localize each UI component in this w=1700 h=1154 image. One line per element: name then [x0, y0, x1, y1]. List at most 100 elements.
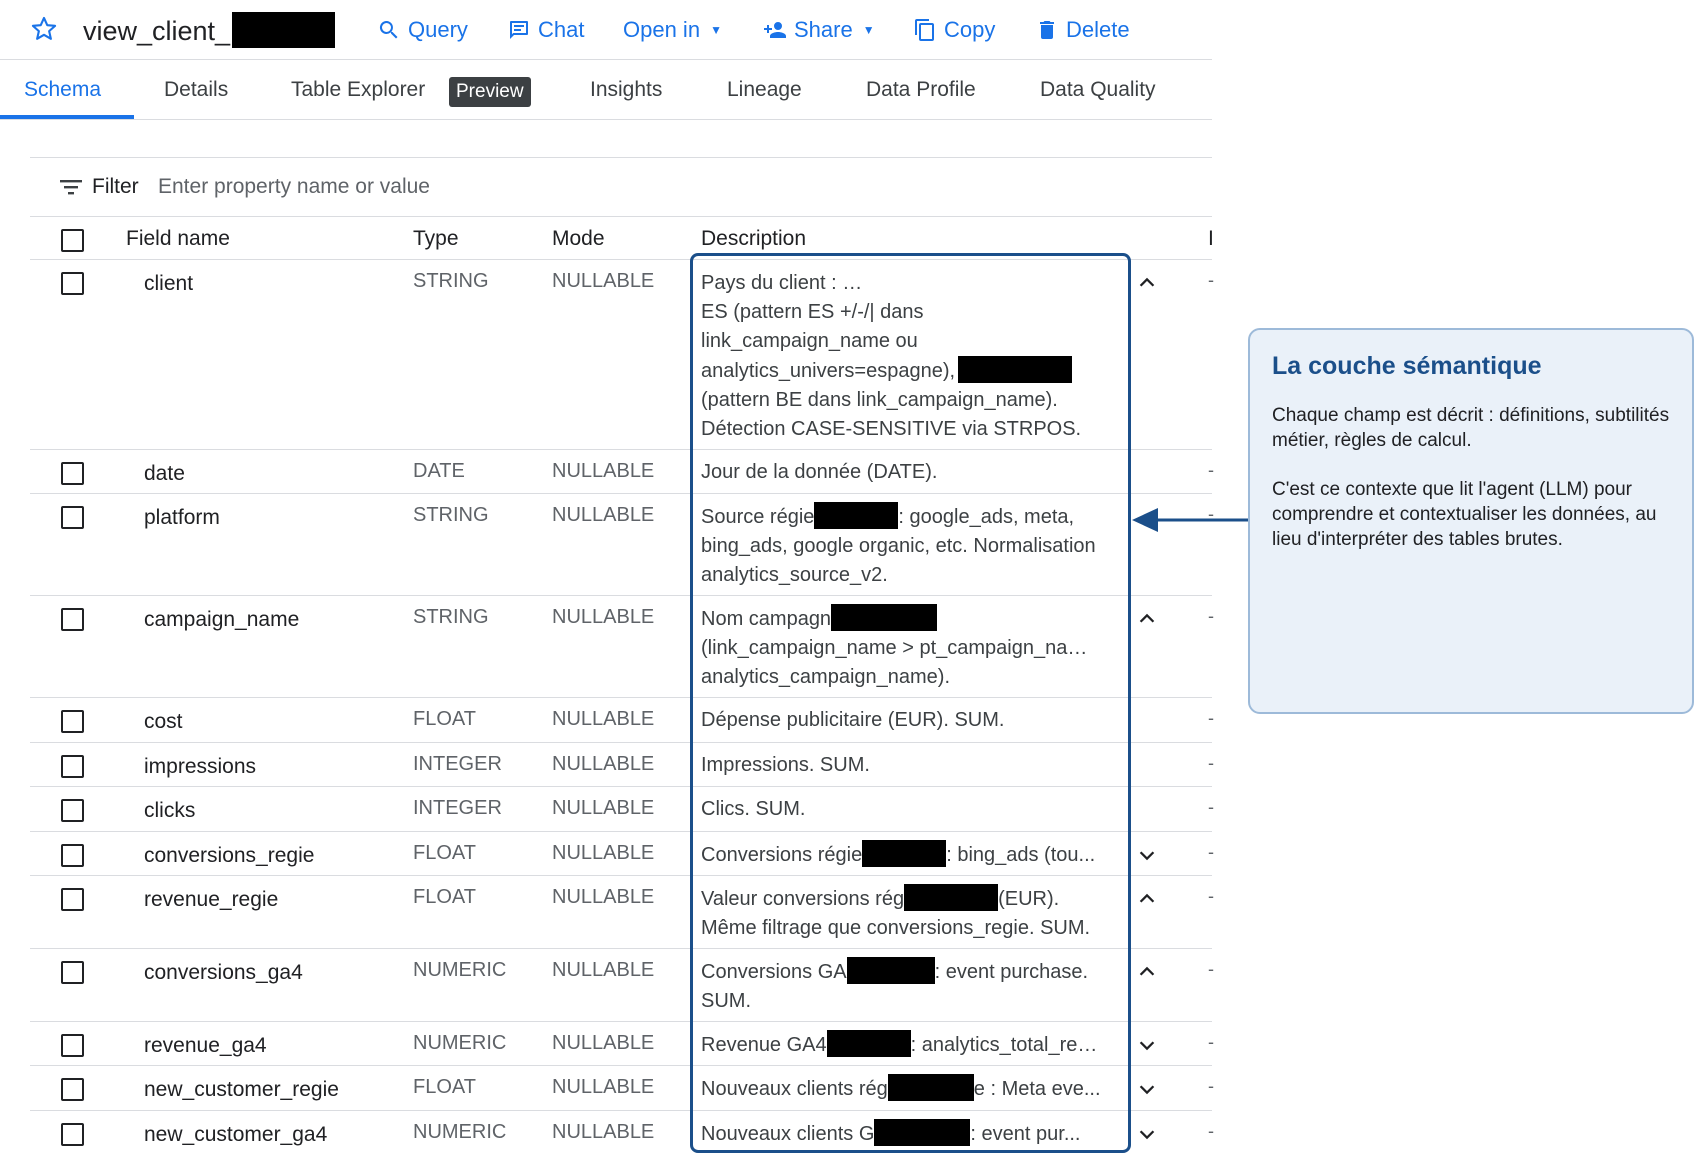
row-checkbox[interactable]	[61, 1034, 84, 1057]
field-mode: NULLABLE	[552, 959, 655, 981]
field-type: FLOAT	[413, 708, 476, 730]
row-checkbox[interactable]	[61, 961, 84, 984]
page-title: view_client_	[83, 12, 336, 48]
row-checkbox[interactable]	[61, 844, 84, 867]
redacted-block	[831, 604, 938, 631]
chevron-down-icon[interactable]	[1136, 1123, 1158, 1145]
chevron-up-icon[interactable]	[1136, 961, 1158, 983]
field-type: STRING	[413, 270, 489, 292]
row-checkbox[interactable]	[61, 1123, 84, 1146]
description-text: analytics_univers=espagne),	[701, 360, 956, 382]
chevron-down-icon[interactable]	[1136, 844, 1158, 866]
share-label: Share	[794, 17, 853, 42]
field-type: STRING	[413, 504, 489, 526]
delete-label: Delete	[1066, 17, 1130, 42]
redacted-block	[232, 12, 336, 48]
truncated-cell: -	[1208, 753, 1214, 773]
copy-button[interactable]: Copy	[913, 14, 995, 46]
truncated-cell: -	[1208, 1121, 1214, 1141]
row-checkbox[interactable]	[61, 710, 84, 733]
chat-button[interactable]: Chat	[507, 14, 584, 46]
field-mode: NULLABLE	[552, 1121, 655, 1143]
tab-schema[interactable]: Schema	[24, 78, 101, 102]
column-header-type[interactable]: Type	[413, 227, 459, 251]
tab-lineage[interactable]: Lineage	[727, 78, 802, 102]
truncated-cell: -	[1208, 606, 1214, 626]
dropdown-caret-icon: ▼	[710, 23, 722, 37]
chevron-down-icon[interactable]	[1136, 1078, 1158, 1100]
description-text: Conversions régie	[701, 844, 863, 866]
row-checkbox[interactable]	[61, 506, 84, 529]
field-description: Pays du client : ES (pattern ES +/-/| da…	[701, 268, 1101, 444]
row-checkbox[interactable]	[61, 272, 84, 295]
delete-button[interactable]: Delete	[1035, 14, 1130, 46]
field-description: Valeur conversions rég (EUR). Même filtra…	[701, 884, 1101, 943]
row-checkbox[interactable]	[61, 799, 84, 822]
dropdown-caret-icon: ▼	[862, 23, 875, 37]
redacted-block	[842, 268, 1101, 295]
table-row: new_customer_ga4 NUMERIC NULLABLE Nouvea…	[30, 1111, 1214, 1154]
description-text: : event purchase.	[934, 961, 1089, 983]
row-checkbox[interactable]	[61, 462, 84, 485]
row-checkbox[interactable]	[61, 888, 84, 911]
trash-icon	[1040, 21, 1054, 39]
table-row: impressions INTEGER NULLABLE Impressions…	[30, 743, 1214, 787]
table-row: platform STRING NULLABLE Source régie: g…	[30, 494, 1214, 596]
truncated-cell: -	[1208, 1076, 1214, 1096]
field-name: platform	[144, 506, 220, 529]
tab-data-quality[interactable]: Data Quality	[1040, 78, 1156, 102]
column-header-mode[interactable]: Mode	[552, 227, 605, 251]
description-text: Clics. SUM.	[701, 798, 806, 820]
truncated-cell: -	[1208, 797, 1214, 817]
select-all-checkbox[interactable]	[61, 229, 84, 252]
field-type: NUMERIC	[413, 1032, 507, 1054]
field-description: Conversions régie: bing_ads (tou...	[701, 840, 1101, 870]
truncated-cell: -	[1208, 270, 1214, 290]
chevron-up-icon[interactable]	[1136, 888, 1158, 910]
description-text: ES (pattern ES +/-/| dans	[701, 301, 924, 323]
column-header-description[interactable]: Description	[701, 227, 806, 251]
share-menu[interactable]: Share ▼	[763, 14, 875, 46]
tab-insights[interactable]: Insights	[590, 78, 662, 102]
chevron-down-icon[interactable]	[1136, 1034, 1158, 1056]
field-name: campaign_name	[144, 608, 300, 631]
table-row: date DATE NULLABLE Jour de la donnée (DA…	[30, 450, 1214, 494]
field-description: Impressions. SUM.	[701, 751, 1101, 780]
query-button[interactable]: Query	[377, 14, 468, 46]
active-tab-indicator	[0, 115, 134, 119]
field-name: new_customer_ga4	[144, 1123, 328, 1146]
description-text: Détection CASE-SENSITIVE via STRPOS.	[701, 418, 1082, 440]
row-checkbox[interactable]	[61, 755, 84, 778]
filter-input[interactable]	[158, 170, 758, 204]
tab-table-explorer[interactable]: Table Explorer	[291, 78, 425, 102]
field-description: Nom campagn (link_campaign_name > pt_cam…	[701, 604, 1101, 692]
filter-icon[interactable]	[60, 178, 82, 196]
chevron-up-icon[interactable]	[1136, 272, 1158, 294]
row-checkbox[interactable]	[61, 1078, 84, 1101]
copy-icon	[915, 19, 934, 41]
field-name: cost	[144, 710, 183, 733]
truncated-cell: -	[1208, 460, 1214, 480]
open-in-menu[interactable]: Open in ▼	[623, 14, 722, 46]
column-header-truncated: I	[1208, 227, 1214, 250]
description-text: analytics_campaign_name).	[701, 666, 951, 688]
field-type: STRING	[413, 606, 489, 628]
field-name: impressions	[144, 755, 257, 778]
field-mode: NULLABLE	[552, 504, 655, 526]
field-mode: NULLABLE	[552, 1032, 655, 1054]
field-name: client	[144, 272, 194, 295]
field-description: Clics. SUM.	[701, 795, 1101, 824]
field-name: revenue_ga4	[144, 1034, 267, 1057]
chevron-up-icon[interactable]	[1136, 608, 1158, 630]
tab-details[interactable]: Details	[164, 78, 228, 102]
column-header-field-name[interactable]: Field name	[126, 227, 230, 251]
star-icon[interactable]	[30, 15, 58, 43]
row-checkbox[interactable]	[61, 608, 84, 631]
field-name: new_customer_regie	[144, 1078, 339, 1101]
field-type: FLOAT	[413, 1076, 476, 1098]
tab-data-profile[interactable]: Data Profile	[866, 78, 976, 102]
page-title-text: view_client_	[83, 16, 231, 46]
description-text: : analytics_total_rev...	[910, 1034, 1101, 1056]
table-row: conversions_regie FLOAT NULLABLE Convers…	[30, 832, 1214, 876]
redacted-block	[862, 840, 947, 867]
